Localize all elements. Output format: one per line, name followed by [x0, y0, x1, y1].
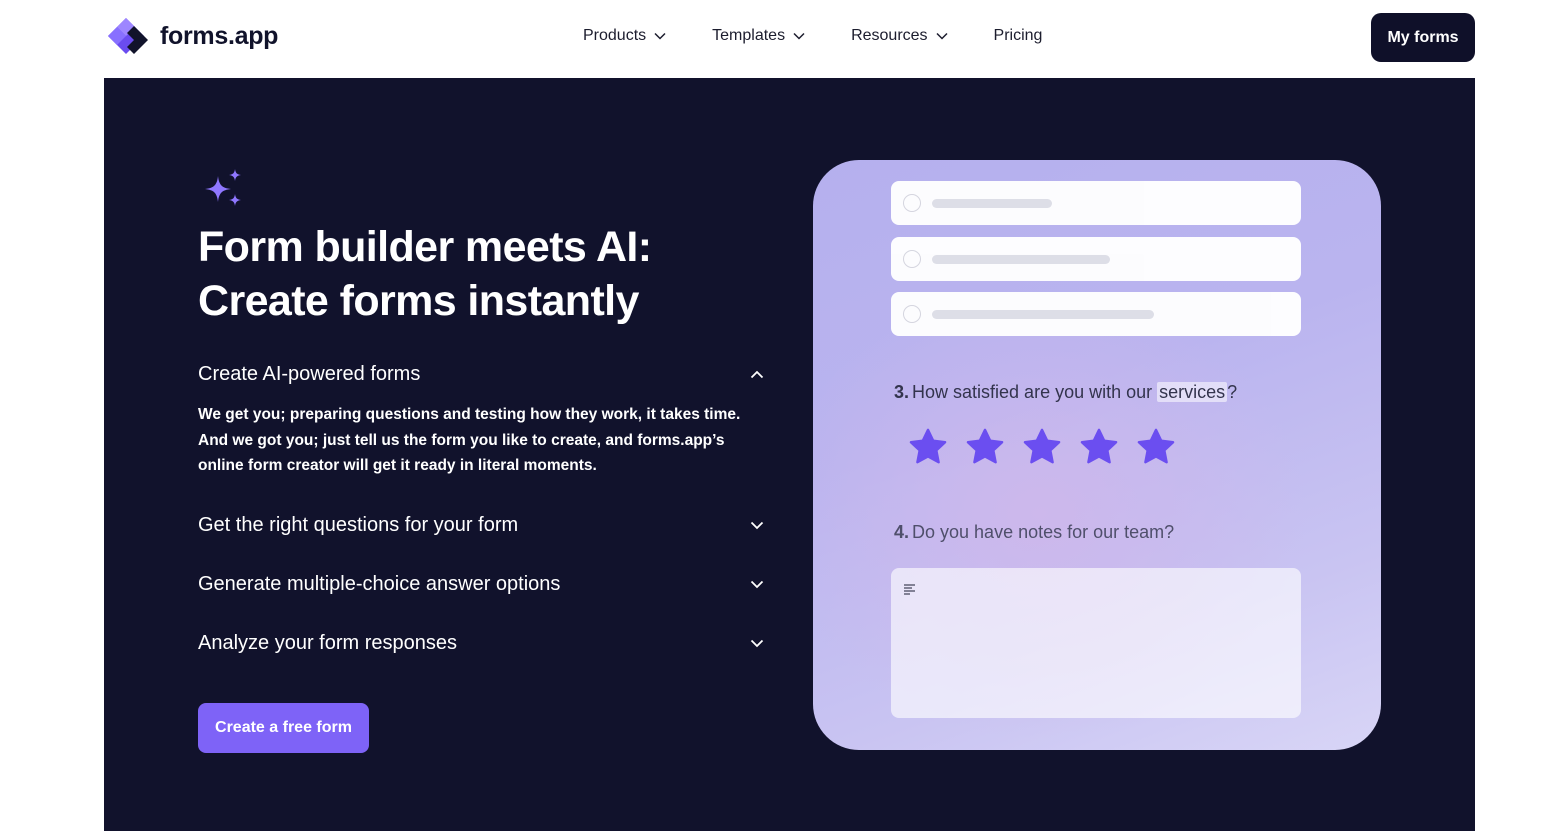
choice-option: [891, 237, 1301, 281]
star-rating: [907, 426, 1177, 468]
nav-item-templates[interactable]: Templates: [712, 27, 805, 45]
chevron-down-icon: [750, 639, 764, 647]
radio-icon: [903, 305, 921, 323]
accordion-header[interactable]: Analyze your form responses: [198, 629, 764, 657]
nav-item-resources[interactable]: Resources: [851, 27, 948, 45]
chevron-down-icon: [936, 32, 948, 40]
accordion-header[interactable]: Create AI-powered forms: [198, 360, 764, 388]
hero-section: Form builder meets AI: Create forms inst…: [104, 78, 1475, 831]
hero-title-line-1: Form builder meets AI:: [198, 223, 652, 271]
chevron-down-icon: [654, 32, 666, 40]
accordion-header[interactable]: Generate multiple-choice answer options: [198, 570, 764, 598]
placeholder-bar: [932, 255, 1110, 264]
site-header: forms.app Products Templates Resources P…: [0, 0, 1560, 78]
radio-icon: [903, 194, 921, 212]
accordion-title: Create AI-powered forms: [198, 362, 421, 385]
hero-title: Form builder meets AI: Create forms inst…: [198, 220, 758, 328]
choice-option: [891, 181, 1301, 225]
sparkles-icon: [205, 169, 241, 206]
create-free-form-button[interactable]: Create a free form: [198, 703, 369, 753]
question-4: 4. Do you have notes for our team?: [894, 522, 1174, 543]
accordion-item-answer-options: Generate multiple-choice answer options: [198, 570, 764, 598]
nav-item-label: Templates: [712, 27, 786, 44]
hero-title-line-2: Create forms instantly: [198, 277, 639, 325]
placeholder-bar: [932, 199, 1052, 208]
chevron-down-icon: [793, 32, 805, 40]
placeholder-bar: [932, 310, 1154, 319]
star-icon: [966, 428, 1004, 464]
question-text: Do you have notes for our team?: [912, 522, 1175, 542]
brand-name: forms.app: [160, 21, 279, 50]
my-forms-button[interactable]: My forms: [1371, 13, 1475, 62]
nav-item-products[interactable]: Products: [583, 27, 666, 45]
main-nav: Products Templates Resources Pricing: [583, 27, 1042, 45]
question-number: 3.: [894, 382, 910, 402]
nav-item-label: Resources: [851, 27, 928, 44]
chevron-up-icon: [750, 370, 764, 378]
nav-item-label: Pricing: [993, 27, 1043, 44]
star-icon: [909, 428, 947, 464]
question-text: How satisfied are you with our: [912, 382, 1158, 402]
question-text-end: ?: [1227, 382, 1238, 402]
brand-logo[interactable]: forms.app: [104, 17, 278, 55]
accordion-item-ai-forms: Create AI-powered forms We get you; prep…: [198, 360, 764, 479]
radio-icon: [903, 250, 921, 268]
nav-item-label: Products: [583, 27, 647, 44]
accordion-title: Get the right questions for your form: [198, 513, 519, 536]
question-number: 4.: [894, 522, 910, 542]
chevron-down-icon: [750, 521, 764, 529]
accordion-title: Analyze your form responses: [198, 631, 458, 654]
star-icon: [1137, 428, 1175, 464]
star-icon: [1023, 428, 1061, 464]
nav-item-pricing[interactable]: Pricing: [994, 27, 1043, 45]
accordion-title: Generate multiple-choice answer options: [198, 572, 561, 595]
chevron-down-icon: [750, 580, 764, 588]
form-preview-card: 3. How satisfied are you with our service…: [813, 160, 1381, 750]
star-icon: [1080, 428, 1118, 464]
question-highlight: services: [1157, 382, 1228, 402]
text-align-left-icon: [904, 584, 915, 595]
accordion-body: We get you; preparing questions and test…: [198, 406, 741, 474]
accordion-item-right-questions: Get the right questions for your form: [198, 511, 764, 539]
forms-app-logo-icon: [108, 18, 148, 54]
notes-textarea: [891, 568, 1301, 718]
accordion-header[interactable]: Get the right questions for your form: [198, 511, 764, 539]
question-3: 3. How satisfied are you with our service…: [894, 382, 1237, 403]
accordion-item-analyze: Analyze your form responses: [198, 629, 764, 657]
choice-option: [891, 292, 1301, 336]
